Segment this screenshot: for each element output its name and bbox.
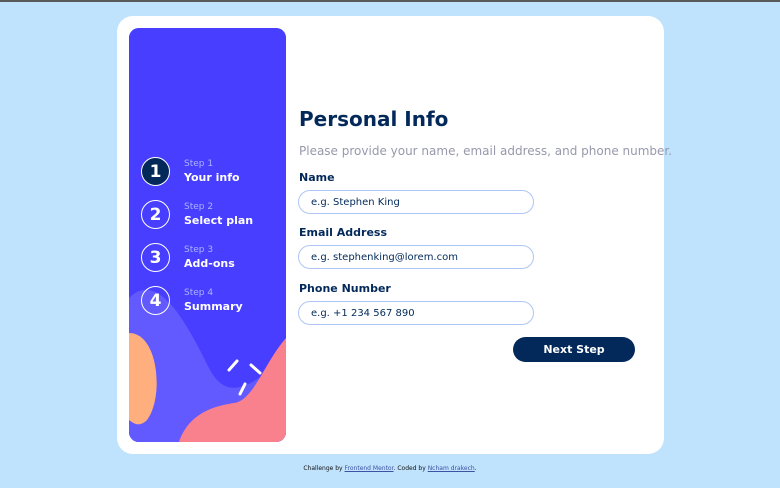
frontend-mentor-link[interactable]: Frontend Mentor — [345, 465, 394, 472]
phone-label: Phone Number — [299, 282, 391, 295]
next-step-button[interactable]: Next Step — [513, 337, 635, 362]
step-number: 2 — [141, 200, 170, 229]
footer-middle: . Coded by — [393, 465, 428, 472]
attribution-footer: Challenge by Frontend Mentor. Coded by N… — [0, 465, 780, 472]
sidebar: 1 Step 1 Your info 2 Step 2 Select plan … — [129, 28, 286, 442]
step-title: Summary — [184, 300, 243, 313]
step-item-select-plan[interactable]: 2 Step 2 Select plan — [141, 200, 253, 229]
step-number: 1 — [141, 157, 170, 186]
step-title: Select plan — [184, 214, 254, 227]
name-input[interactable] — [298, 190, 534, 214]
step-number: 3 — [141, 243, 170, 272]
phone-input[interactable] — [298, 301, 534, 325]
name-label: Name — [299, 171, 335, 184]
author-link[interactable]: Ncham drakech — [428, 465, 475, 472]
step-list: 1 Step 1 Your info 2 Step 2 Select plan … — [141, 157, 253, 329]
step-label: Step 1 — [184, 159, 214, 169]
step-item-add-ons[interactable]: 3 Step 3 Add-ons — [141, 243, 253, 272]
step-label: Step 3 — [184, 245, 214, 255]
step-title: Your info — [184, 171, 240, 184]
step-item-your-info[interactable]: 1 Step 1 Your info — [141, 157, 253, 186]
top-border — [0, 0, 780, 2]
step-item-summary[interactable]: 4 Step 4 Summary — [141, 286, 253, 315]
email-label: Email Address — [299, 226, 388, 239]
footer-prefix: Challenge by — [303, 465, 345, 472]
page-subtitle: Please provide your name, email address,… — [299, 144, 673, 158]
step-label: Step 4 — [184, 288, 214, 298]
page-title: Personal Info — [299, 107, 449, 131]
step-label: Step 2 — [184, 202, 214, 212]
step-title: Add-ons — [184, 257, 235, 270]
step-number: 4 — [141, 286, 170, 315]
footer-suffix: . — [474, 465, 477, 472]
email-input[interactable] — [298, 245, 534, 269]
